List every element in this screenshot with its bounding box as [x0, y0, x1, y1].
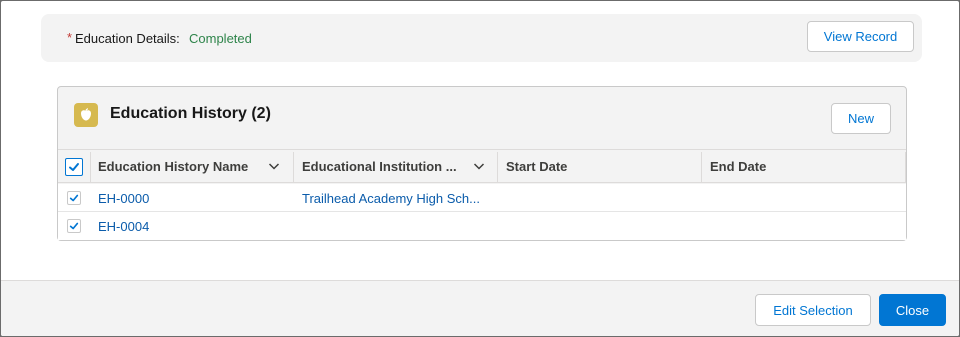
education-details-label: Education Details:	[75, 31, 180, 46]
education-icon	[74, 103, 98, 127]
table-header: Education History Name Educational Insti…	[58, 149, 906, 183]
close-button[interactable]: Close	[879, 294, 946, 326]
education-history-name-link[interactable]: EH-0004	[98, 219, 149, 234]
edit-selection-button[interactable]: Edit Selection	[755, 294, 871, 326]
column-divider	[905, 152, 906, 182]
column-divider[interactable]	[701, 152, 702, 182]
column-header-start-date[interactable]: Start Date	[506, 150, 567, 182]
column-header-end-date[interactable]: End Date	[710, 150, 766, 182]
chevron-down-icon[interactable]	[268, 160, 280, 172]
modal-dialog: * Education Details: Completed View Reco…	[1, 1, 959, 336]
checkmark-icon	[69, 194, 79, 202]
checkmark-icon	[69, 222, 79, 230]
card-title: Education History (2)	[110, 105, 271, 122]
education-details-bar: * Education Details: Completed View Reco…	[41, 14, 922, 62]
new-button[interactable]: New	[831, 103, 891, 134]
column-header-label: End Date	[710, 158, 767, 174]
column-header-institution[interactable]: Educational Institution ...	[302, 150, 457, 182]
column-header-label: Educational Institution ...	[302, 158, 457, 174]
view-record-button[interactable]: View Record	[807, 21, 914, 52]
column-divider[interactable]	[497, 152, 498, 182]
chevron-down-icon[interactable]	[473, 160, 485, 172]
table-row[interactable]: EH-0000 Trailhead Academy High Sch...	[58, 184, 906, 212]
modal-footer: Edit Selection Close	[1, 280, 959, 336]
required-marker: *	[67, 30, 73, 45]
education-history-name-link[interactable]: EH-0000	[98, 191, 149, 206]
column-divider[interactable]	[293, 152, 294, 182]
row-checkbox[interactable]	[67, 219, 81, 233]
column-header-name[interactable]: Education History Name	[98, 150, 248, 182]
column-header-label: Education History Name	[98, 158, 249, 174]
select-all-checkbox[interactable]	[65, 158, 83, 176]
row-checkbox[interactable]	[67, 191, 81, 205]
column-header-label: Start Date	[506, 158, 568, 174]
education-history-card: Education History (2) New Education Hist…	[57, 86, 907, 241]
institution-link[interactable]: Trailhead Academy High Sch...	[302, 191, 480, 206]
checkmark-icon	[69, 163, 79, 171]
education-details-status: Completed	[189, 31, 252, 46]
column-divider	[90, 152, 91, 182]
table-row[interactable]: EH-0004	[58, 212, 906, 240]
